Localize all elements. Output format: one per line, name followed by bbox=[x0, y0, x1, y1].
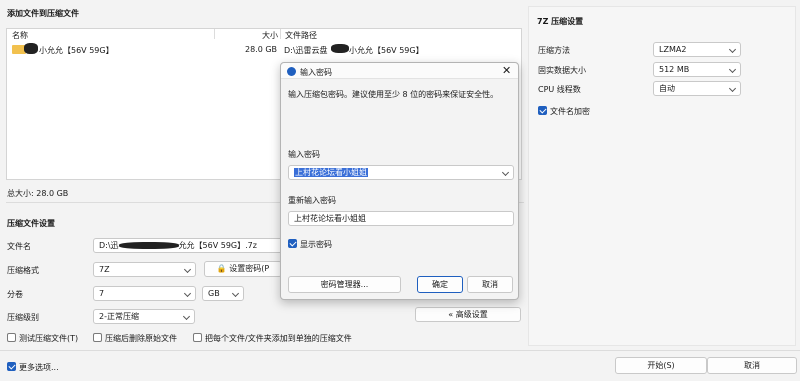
show-password-checkbox[interactable] bbox=[288, 239, 297, 248]
encrypt-names-checkbox[interactable] bbox=[538, 106, 547, 115]
more-options-label[interactable]: 更多选项... bbox=[19, 362, 59, 373]
split-unit-select[interactable]: GB bbox=[202, 286, 244, 301]
filename-field[interactable]: D:\迅 允允【56V 59G】.7z bbox=[93, 238, 283, 253]
sevenzip-settings-panel: 7Z 压缩设置 压缩方法 LZMA2 固实数据大小 512 MB CPU 线程数… bbox=[528, 6, 796, 346]
each-separate-checkbox[interactable] bbox=[193, 333, 202, 342]
column-header-path[interactable]: 文件路径 bbox=[285, 30, 317, 41]
dialog-titlebar[interactable]: 输入密码 ✕ bbox=[281, 63, 518, 79]
section-title: 添加文件到压缩文件 bbox=[7, 9, 79, 18]
file-size: 28.0 GB bbox=[245, 45, 278, 54]
method-label: 压缩方法 bbox=[538, 46, 570, 55]
column-divider bbox=[280, 29, 281, 39]
cancel-button[interactable]: 取消 bbox=[707, 357, 797, 374]
dialog-title: 输入密码 bbox=[300, 68, 332, 77]
filename-prefix: D:\迅 bbox=[99, 241, 119, 250]
dialog-message: 输入压缩包密码。建议使用至少 8 位的密码来保证安全性。 bbox=[288, 90, 499, 99]
show-password-label: 显示密码 bbox=[300, 240, 332, 249]
level-label: 压缩级别 bbox=[7, 313, 39, 322]
filename-suffix: 允允【56V 59G】.7z bbox=[178, 241, 257, 250]
column-header-size[interactable]: 大小 bbox=[262, 30, 278, 41]
column-divider bbox=[214, 29, 215, 39]
encrypt-names-label: 文件名加密 bbox=[550, 107, 590, 116]
app-logo-icon bbox=[287, 67, 296, 76]
password-value: 上村花论坛看小姐姐 bbox=[294, 168, 368, 177]
set-password-button[interactable]: 🔒 设置密码(P bbox=[204, 261, 282, 277]
file-path-prefix: D:\迅雷云盘 bbox=[284, 46, 328, 55]
redaction-mark bbox=[331, 44, 349, 53]
file-path-suffix: 小允允【56V 59G】 bbox=[349, 46, 424, 55]
total-size: 总大小: 28.0 GB bbox=[7, 189, 69, 198]
table-row[interactable]: 小允允【56V 59G】 28.0 GB D:\迅雷云盘 小允允【56V 59G… bbox=[7, 43, 523, 55]
each-separate-label: 把每个文件/文件夹添加到单独的压缩文件 bbox=[205, 334, 352, 343]
sevenzip-title: 7Z 压缩设置 bbox=[537, 17, 584, 26]
more-options-checkbox[interactable] bbox=[7, 362, 16, 371]
format-label: 压缩格式 bbox=[7, 266, 39, 275]
filename-label: 文件名 bbox=[7, 242, 31, 251]
file-name: 小允允【56V 59G】 bbox=[39, 46, 114, 55]
start-button[interactable]: 开始(S) bbox=[615, 357, 707, 374]
password-manager-button[interactable]: 密码管理器... bbox=[288, 276, 401, 293]
advanced-settings-button[interactable]: « 高级设置 bbox=[415, 307, 521, 322]
set-password-label: 设置密码(P bbox=[229, 264, 270, 273]
delete-source-label: 压缩后删除原始文件 bbox=[105, 334, 177, 343]
format-select[interactable]: 7Z bbox=[93, 262, 196, 277]
threads-label: CPU 线程数 bbox=[538, 85, 581, 94]
method-select[interactable]: LZMA2 bbox=[653, 42, 741, 57]
test-archive-checkbox[interactable] bbox=[7, 333, 16, 342]
ok-button[interactable]: 确定 bbox=[417, 276, 463, 293]
reenter-label: 重新输入密码 bbox=[288, 196, 336, 205]
test-archive-label: 测试压缩文件(T) bbox=[19, 334, 79, 343]
column-header-name[interactable]: 名称 bbox=[12, 30, 28, 41]
dialog-cancel-button[interactable]: 取消 bbox=[467, 276, 513, 293]
solid-label: 固实数据大小 bbox=[538, 66, 586, 75]
level-select[interactable]: 2-正常压缩 bbox=[93, 309, 195, 324]
password-dialog: 输入密码 ✕ 输入压缩包密码。建议使用至少 8 位的密码来保证安全性。 输入密码… bbox=[280, 62, 519, 300]
delete-source-checkbox[interactable] bbox=[93, 333, 102, 342]
footer-divider bbox=[0, 350, 800, 351]
split-label: 分卷 bbox=[7, 290, 23, 299]
redaction-mark bbox=[24, 43, 38, 54]
close-icon[interactable]: ✕ bbox=[502, 64, 511, 77]
split-select[interactable]: 7 bbox=[93, 286, 196, 301]
redaction-mark bbox=[118, 242, 179, 249]
reenter-input[interactable]: 上村花论坛看小姐姐 bbox=[288, 211, 514, 226]
solid-select[interactable]: 512 MB bbox=[653, 62, 741, 77]
password-input[interactable]: 上村花论坛看小姐姐 bbox=[288, 165, 514, 180]
shield-icon: 🔒 bbox=[216, 264, 227, 273]
password-label: 输入密码 bbox=[288, 150, 320, 159]
threads-select[interactable]: 自动 bbox=[653, 81, 741, 96]
compression-settings-title: 压缩文件设置 bbox=[7, 219, 55, 228]
